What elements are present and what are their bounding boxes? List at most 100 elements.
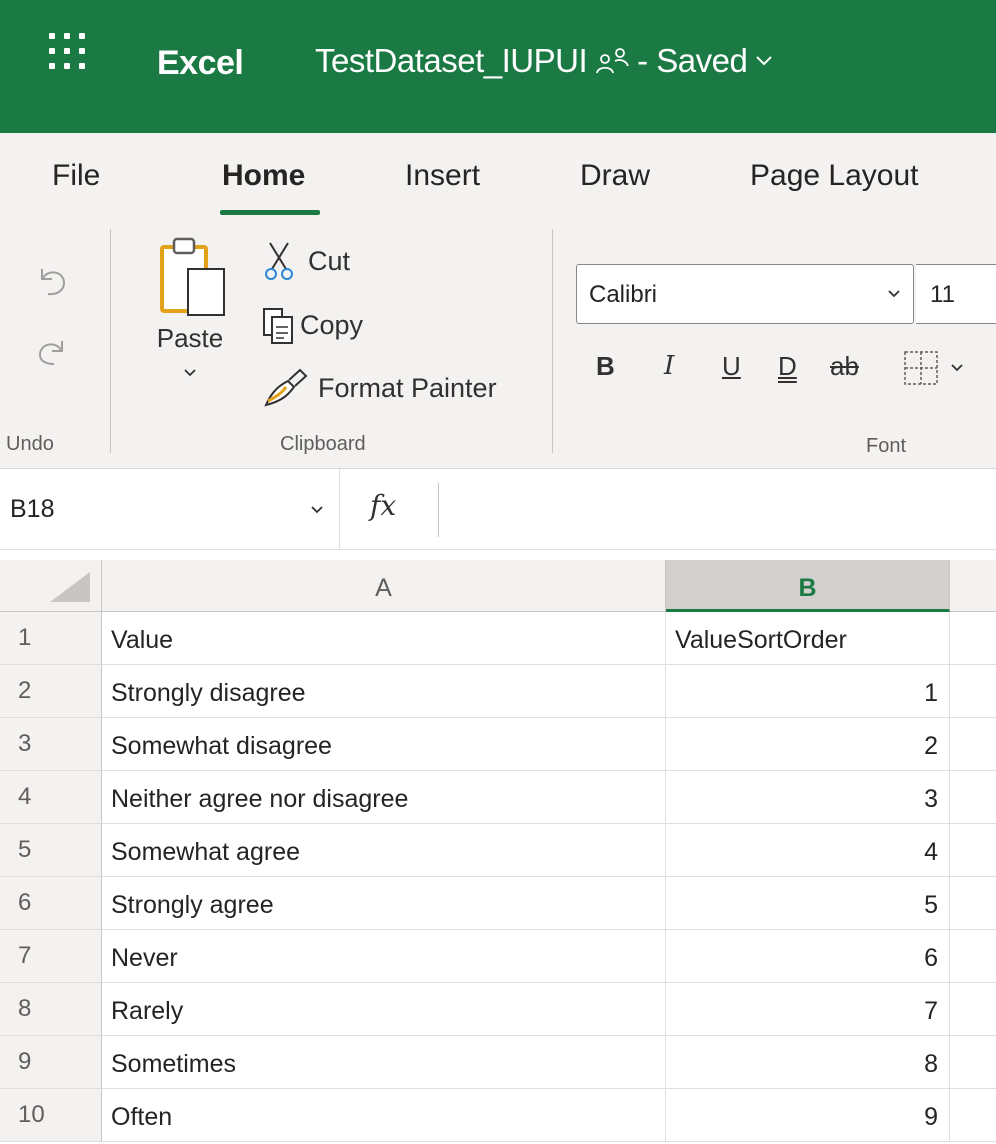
table-cell-b[interactable]: 2 xyxy=(666,718,950,771)
tab-file[interactable]: File xyxy=(52,159,100,193)
save-status: - Saved xyxy=(637,42,748,79)
bold-button[interactable]: B xyxy=(596,351,615,382)
undo-button[interactable] xyxy=(32,261,72,301)
table-cell-c[interactable] xyxy=(950,1089,996,1142)
table-cell-a[interactable]: Rarely xyxy=(102,983,666,1036)
table-cell-a[interactable]: Never xyxy=(102,930,666,983)
table-cell-a[interactable]: Value xyxy=(102,612,666,665)
table-cell-b[interactable]: 4 xyxy=(666,824,950,877)
paintbrush-icon xyxy=(264,368,308,407)
font-name-dropdown[interactable]: Calibri xyxy=(576,264,914,324)
redo-icon xyxy=(38,341,63,365)
document-name: TestDataset_IUPUI xyxy=(315,42,588,79)
formula-divider xyxy=(438,483,439,537)
table-cell-b[interactable]: 8 xyxy=(666,1036,950,1089)
format-painter-button[interactable]: Format Painter xyxy=(262,367,497,409)
insert-function-button[interactable]: fx xyxy=(370,489,396,522)
tab-insert[interactable]: Insert xyxy=(405,159,480,193)
copy-icon xyxy=(263,308,293,344)
column-header-c[interactable] xyxy=(950,560,996,612)
copy-button[interactable]: Copy xyxy=(262,305,363,345)
table-cell-b[interactable]: 3 xyxy=(666,771,950,824)
table-cell-b[interactable]: 7 xyxy=(666,983,950,1036)
paste-icon xyxy=(160,237,225,316)
borders-dropdown[interactable] xyxy=(902,349,964,387)
row-header[interactable]: 7 xyxy=(0,930,102,983)
document-title-menu[interactable]: TestDataset_IUPUI - Saved xyxy=(315,42,779,80)
chevron-down-icon xyxy=(184,369,196,377)
table-cell-c[interactable] xyxy=(950,771,996,824)
font-size-dropdown[interactable]: 11 xyxy=(916,264,996,324)
underline-button[interactable]: U xyxy=(722,351,741,382)
row-header[interactable]: 1 xyxy=(0,612,102,665)
table-cell-c[interactable] xyxy=(950,612,996,665)
cut-label: Cut xyxy=(308,245,351,276)
table-cell-c[interactable] xyxy=(950,665,996,718)
ribbon: Undo Paste Cut Copy Format Painter Clipb… xyxy=(0,221,996,469)
row-header[interactable]: 6 xyxy=(0,877,102,930)
chevron-down-icon xyxy=(756,56,773,66)
table-cell-c[interactable] xyxy=(950,718,996,771)
table-cell-b[interactable]: 6 xyxy=(666,930,950,983)
table-cell-a[interactable]: Often xyxy=(102,1089,666,1142)
borders-icon xyxy=(904,351,938,385)
row-header[interactable]: 4 xyxy=(0,771,102,824)
row-header[interactable]: 8 xyxy=(0,983,102,1036)
row-header[interactable]: 10 xyxy=(0,1089,102,1142)
table-cell-c[interactable] xyxy=(950,824,996,877)
row-header[interactable]: 9 xyxy=(0,1036,102,1089)
table-cell-a[interactable]: Strongly agree xyxy=(102,877,666,930)
group-divider xyxy=(552,229,553,453)
tab-home[interactable]: Home xyxy=(222,159,305,193)
table-cell-a[interactable]: Neither agree nor disagree xyxy=(102,771,666,824)
tab-draw[interactable]: Draw xyxy=(580,159,650,193)
paste-label: Paste xyxy=(156,323,224,353)
column-header-b[interactable]: B xyxy=(666,560,950,612)
row-header[interactable]: 3 xyxy=(0,718,102,771)
active-tab-indicator xyxy=(220,210,320,215)
table-cell-c[interactable] xyxy=(950,930,996,983)
redo-button[interactable] xyxy=(32,329,72,369)
strikethrough-button[interactable]: ab xyxy=(830,351,859,382)
row-header[interactable]: 5 xyxy=(0,824,102,877)
table-cell-b[interactable]: 5 xyxy=(666,877,950,930)
table-cell-c[interactable] xyxy=(950,1036,996,1089)
copy-label: Copy xyxy=(300,309,364,340)
app-launcher-icon[interactable] xyxy=(49,33,89,73)
table-cell-a[interactable]: Somewhat disagree xyxy=(102,718,666,771)
formula-grid-gap xyxy=(0,550,996,560)
table-cell-b[interactable]: 9 xyxy=(666,1089,950,1142)
undo-icon xyxy=(41,269,66,296)
table-cell-c[interactable] xyxy=(950,877,996,930)
font-group-label: Font xyxy=(866,435,907,457)
table-cell-b[interactable]: ValueSortOrder xyxy=(666,612,950,665)
select-all-button[interactable] xyxy=(0,560,102,612)
font-name-value: Calibri xyxy=(589,281,658,308)
table-cell-b[interactable]: 1 xyxy=(666,665,950,718)
name-box[interactable]: B18 xyxy=(0,469,340,549)
font-size-value: 11 xyxy=(930,281,955,308)
shared-people-icon xyxy=(596,48,629,74)
app-name[interactable]: Excel xyxy=(157,44,244,83)
tab-page-layout[interactable]: Page Layout xyxy=(750,159,918,193)
select-all-triangle-icon xyxy=(50,572,90,602)
table-cell-a[interactable]: Strongly disagree xyxy=(102,665,666,718)
ribbon-tab-bar: File Home Insert Draw Page Layout xyxy=(0,133,996,221)
cut-button[interactable]: Cut xyxy=(262,241,350,281)
paste-button[interactable]: Paste xyxy=(143,235,237,405)
chevron-down-icon xyxy=(888,290,900,298)
worksheet-grid: A B 1 Value ValueSortOrder 2 Strongly disagr… xyxy=(0,560,996,1144)
column-header-a[interactable]: A xyxy=(102,560,666,612)
clipboard-group-label: Clipboard xyxy=(280,433,366,455)
table-cell-a[interactable]: Somewhat agree xyxy=(102,824,666,877)
formula-bar: B18 fx xyxy=(0,469,996,550)
table-cell-c[interactable] xyxy=(950,983,996,1036)
row-header[interactable]: 2 xyxy=(0,665,102,718)
formula-input[interactable] xyxy=(440,469,996,549)
chevron-down-icon xyxy=(311,506,323,514)
undo-group-label: Undo xyxy=(6,433,54,455)
double-underline-button[interactable]: D xyxy=(778,351,797,382)
table-cell-a[interactable]: Sometimes xyxy=(102,1036,666,1089)
italic-button[interactable]: I xyxy=(664,351,674,381)
chevron-down-icon xyxy=(951,364,963,372)
